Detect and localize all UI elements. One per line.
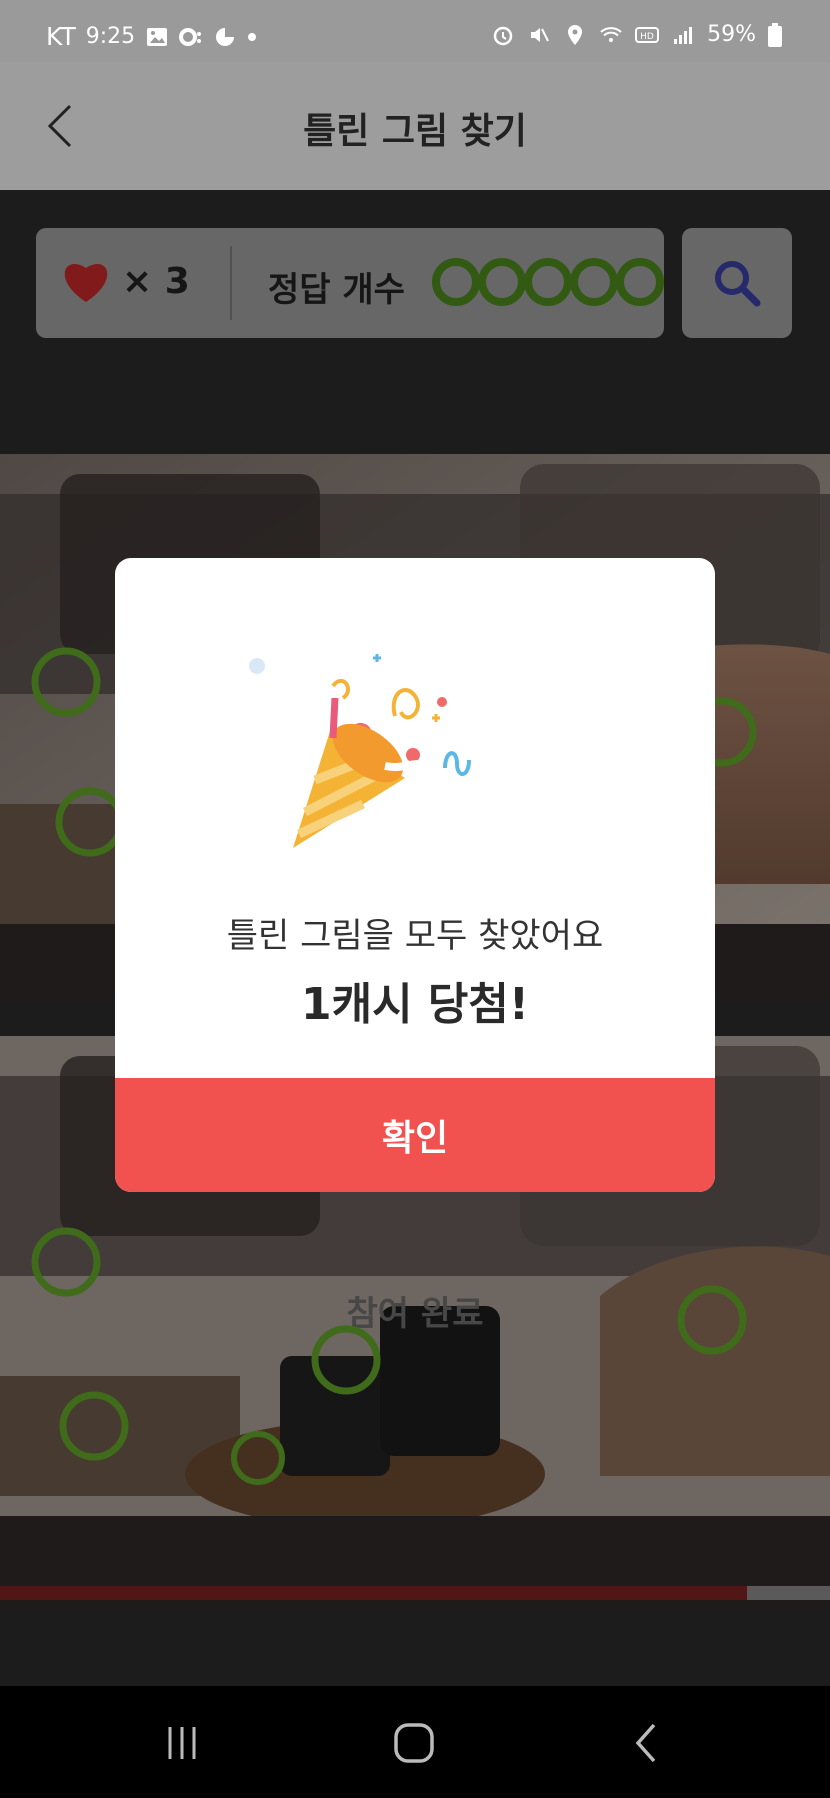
mute-icon bbox=[531, 27, 549, 42]
search-icon bbox=[715, 261, 761, 307]
nav-back-button[interactable] bbox=[616, 1718, 676, 1768]
dot-icon bbox=[248, 32, 257, 41]
gallery-icon bbox=[147, 27, 168, 46]
app-header: 틀린 그림 찾기 bbox=[0, 62, 830, 190]
time-progress-bar bbox=[0, 1586, 830, 1600]
recent-apps-button[interactable] bbox=[152, 1718, 212, 1768]
answers-label: 정답 개수 bbox=[268, 270, 405, 310]
status-right: HD 59% bbox=[491, 22, 782, 47]
recent-apps-icon bbox=[168, 1727, 196, 1759]
hint-search-button[interactable] bbox=[682, 228, 792, 338]
party-popper-icon bbox=[249, 654, 471, 848]
clock: 9:25 bbox=[85, 24, 136, 49]
status-left: KT 9:25 bbox=[46, 22, 257, 51]
divider bbox=[230, 246, 232, 320]
modal-message: 틀린 그림을 모두 찾았어요 bbox=[226, 916, 604, 956]
answer-circle bbox=[524, 258, 572, 306]
answer-circle bbox=[478, 258, 526, 306]
info-bar: × 3 정답 개수 bbox=[36, 228, 664, 338]
heart-icon bbox=[64, 264, 108, 302]
page-title: 틀린 그림 찾기 bbox=[303, 111, 527, 152]
battery-icon bbox=[768, 22, 782, 47]
participation-done-label: 참여 완료 bbox=[346, 1294, 484, 1334]
answer-circles bbox=[432, 258, 664, 306]
answer-circle bbox=[616, 258, 664, 306]
success-modal: 틀린 그림을 모두 찾았어요 1캐시 당첨! 확인 bbox=[115, 558, 715, 1192]
confirm-button[interactable]: 확인 bbox=[115, 1078, 715, 1192]
battery-percent: 59% bbox=[707, 22, 756, 47]
location-icon bbox=[568, 24, 583, 45]
nav-back-icon bbox=[635, 1723, 656, 1763]
wifi-icon bbox=[600, 26, 622, 42]
app-icon bbox=[179, 27, 202, 46]
signal-icon bbox=[674, 26, 693, 44]
carrier-label: KT bbox=[46, 22, 76, 51]
hd-icon: HD bbox=[635, 26, 660, 43]
home-icon bbox=[394, 1723, 434, 1763]
home-button[interactable] bbox=[384, 1718, 444, 1768]
answer-circle bbox=[432, 258, 480, 306]
answer-circle bbox=[570, 258, 618, 306]
modal-prize: 1캐시 당첨! bbox=[301, 979, 529, 1030]
time-progress-fill bbox=[0, 1586, 747, 1600]
app2-icon bbox=[216, 27, 235, 46]
system-nav-bar bbox=[0, 1686, 830, 1798]
lives-count: × 3 bbox=[122, 260, 190, 302]
status-bar: KT 9:25 HD 59% bbox=[0, 0, 830, 62]
alarm-icon bbox=[493, 26, 513, 45]
svg-text:HD: HD bbox=[640, 32, 654, 42]
lives: × 3 bbox=[60, 258, 190, 304]
